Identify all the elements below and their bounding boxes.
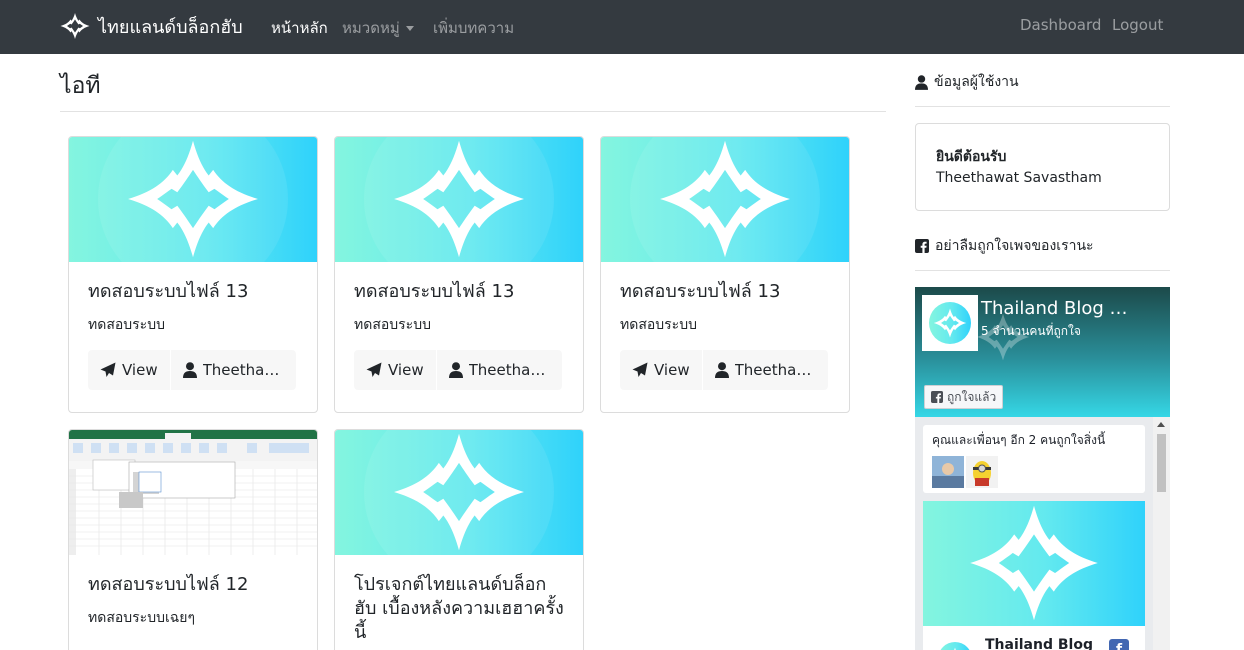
card-title: ทดสอบระบบไฟล์ 13 (354, 281, 515, 302)
fb-friend-faces (932, 456, 1136, 488)
fb-friends-box: คุณและเพื่อนๆ อีก 2 คนถูกใจสิ่งนี้ (923, 425, 1145, 493)
article-thumbnail[interactable] (335, 137, 583, 262)
view-label: View (388, 361, 424, 379)
user-icon (182, 362, 197, 378)
nav-dashboard[interactable]: Dashboard (1020, 16, 1101, 34)
nav-categories-label: หมวดหมู่ (342, 19, 400, 37)
fb-post-page-name[interactable]: Thailand Blog (985, 637, 1093, 650)
brand-text: ไทยแลนด์บล็อกฮับ (98, 16, 243, 38)
fb-friends-text: คุณและเพื่อนๆ อีก 2 คนถูกใจสิ่งนี้ (932, 433, 1106, 447)
divider (915, 270, 1170, 271)
user-info-box: ยินดีต้อนรับ Theethawat Savastham (915, 123, 1170, 211)
article-thumbnail[interactable] (69, 137, 317, 262)
fb-like-count: 5 จำนวนคนที่ถูกใจ (981, 324, 1081, 338)
facebook-page-widget: Thailand Blog … 5 จำนวนคนที่ถูกใจ ถูกใจแ… (915, 287, 1170, 650)
view-button[interactable]: View (88, 350, 170, 390)
paper-plane-icon (632, 362, 648, 377)
page-logo-icon (929, 302, 971, 344)
nav-logout[interactable]: Logout (1112, 16, 1163, 34)
divider (915, 106, 1170, 107)
article-card: โปรเจกต์ไทยแลนด์บล็อกฮับ เบื้องหลังความเ… (334, 429, 584, 650)
card-text: ทดสอบระบบ (620, 317, 697, 333)
view-button[interactable]: View (354, 350, 436, 390)
article-thumbnail[interactable] (69, 430, 317, 555)
page-title: ไอที (60, 73, 101, 99)
author-button[interactable]: Theethaw... (701, 350, 828, 390)
view-label: View (122, 361, 158, 379)
fb-scrollbar[interactable] (1153, 417, 1170, 650)
divider (60, 111, 886, 112)
navbar: ไทยแลนด์บล็อกฮับ หน้าหลัก หมวดหมู่ เพิ่ม… (0, 0, 1244, 54)
fb-liked-button[interactable]: ถูกใจแล้ว (924, 385, 1004, 409)
paper-plane-icon (366, 362, 382, 377)
view-button[interactable]: View (620, 350, 702, 390)
user-icon (915, 74, 928, 90)
scroll-thumb[interactable] (1157, 434, 1166, 492)
fb-post: Thailand Blog f (923, 501, 1145, 650)
user-icon (714, 362, 729, 378)
article-card: ทดสอบระบบไฟล์ 13 ทดสอบระบบ View Theethaw… (68, 136, 318, 413)
scroll-up-icon[interactable] (1157, 422, 1165, 427)
nav-add-article[interactable]: เพิ่มบทความ (433, 16, 514, 40)
page-logo-icon (935, 639, 975, 650)
friend-avatar[interactable] (966, 456, 998, 488)
card-title: ทดสอบระบบไฟล์ 13 (88, 281, 249, 302)
fb-post-image[interactable] (923, 501, 1145, 626)
card-buttons: View Theethaw... (354, 350, 564, 390)
author-label: Theethaw... (202, 361, 284, 379)
welcome-text: ยินดีต้อนรับ (936, 149, 1007, 165)
article-thumbnail[interactable] (335, 430, 583, 555)
card-text: ทดสอบระบบเฉยๆ (88, 610, 196, 626)
user-info-heading-text: ข้อมูลผู้ใช้งาน (934, 74, 1019, 90)
paper-plane-icon (100, 362, 116, 377)
username: Theethawat Savastham (936, 170, 1102, 186)
author-label: Theethaw... (734, 361, 816, 379)
fb-heading-text: อย่าลืมถูกใจเพจของเรานะ (935, 238, 1094, 254)
friend-avatar[interactable] (932, 456, 964, 488)
article-card: ทดสอบระบบไฟล์ 13 ทดสอบระบบ View Theethaw… (334, 136, 584, 413)
card-buttons: View Theethaw... (620, 350, 830, 390)
fb-page-avatar[interactable] (922, 295, 978, 351)
view-label: View (654, 361, 690, 379)
facebook-square-icon (915, 239, 929, 253)
card-text: ทดสอบระบบ (354, 317, 431, 333)
card-title: โปรเจกต์ไทยแลนด์บล็อกฮับ เบื้องหลังความเ… (354, 574, 564, 643)
brand-logo-icon (60, 13, 90, 39)
user-info-heading: ข้อมูลผู้ใช้งาน (915, 71, 1019, 93)
card-buttons: View Theethaw... (88, 350, 298, 390)
facebook-icon (931, 391, 943, 403)
author-label: Theethaw... (468, 361, 550, 379)
nav-categories-dropdown[interactable]: หมวดหมู่ (342, 16, 414, 40)
article-card: ทดสอบระบบไฟล์ 13 ทดสอบระบบ View Theethaw… (600, 136, 850, 413)
card-text: ทดสอบระบบ (88, 317, 165, 333)
facebook-f-icon: f (1109, 639, 1129, 650)
card-title: ทดสอบระบบไฟล์ 13 (620, 281, 781, 302)
fb-liked-label: ถูกใจแล้ว (947, 389, 997, 404)
article-thumbnail[interactable] (601, 137, 849, 262)
caret-down-icon (405, 26, 414, 31)
brand-link[interactable]: ไทยแลนด์บล็อกฮับ (60, 11, 243, 41)
card-title: ทดสอบระบบไฟล์ 12 (88, 574, 249, 595)
nav-home[interactable]: หน้าหลัก (271, 16, 328, 40)
user-icon (448, 362, 463, 378)
author-button[interactable]: Theethaw... (169, 350, 296, 390)
fb-heading: อย่าลืมถูกใจเพจของเรานะ (915, 235, 1094, 257)
fb-page-name[interactable]: Thailand Blog … (981, 298, 1128, 319)
article-card: ทดสอบระบบไฟล์ 12 ทดสอบระบบเฉยๆ (68, 429, 318, 650)
author-button[interactable]: Theethaw... (435, 350, 562, 390)
